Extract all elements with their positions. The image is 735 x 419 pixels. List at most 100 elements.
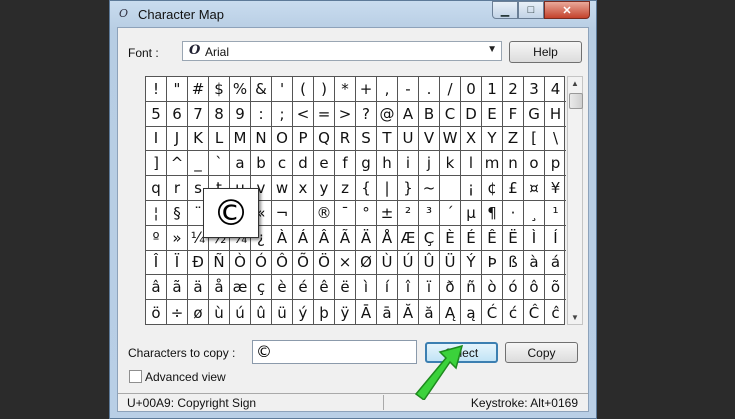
character-cell[interactable]: S	[356, 126, 377, 152]
character-cell[interactable]: j	[419, 151, 440, 177]
font-dropdown[interactable]: O Arial ▼	[182, 41, 502, 61]
advanced-view-label[interactable]: Advanced view	[145, 370, 226, 384]
character-cell[interactable]: ô	[524, 275, 545, 301]
character-cell[interactable]: Ú	[398, 250, 419, 276]
character-cell[interactable]: Ĉ	[524, 300, 545, 325]
character-cell[interactable]: ÿ	[335, 300, 356, 325]
character-cell[interactable]: #	[188, 77, 209, 102]
character-cell[interactable]: i	[398, 151, 419, 177]
character-cell[interactable]: Í	[545, 226, 566, 251]
character-cell[interactable]: µ	[461, 200, 482, 226]
character-cell[interactable]: E	[482, 101, 503, 127]
character-cell[interactable]: Y	[482, 126, 503, 152]
character-cell[interactable]: í	[377, 275, 398, 301]
character-cell[interactable]: ­	[293, 200, 314, 226]
character-cell[interactable]: ¦	[146, 200, 167, 226]
character-cell[interactable]: ®	[314, 200, 335, 226]
character-cell[interactable]: ¥	[545, 176, 566, 201]
character-cell[interactable]: |	[377, 176, 398, 201]
title-bar[interactable]: O Character Map ▁ □ ✕	[110, 1, 596, 27]
character-cell[interactable]: Î	[146, 250, 167, 276]
character-cell[interactable]: -	[398, 77, 419, 102]
maximize-button[interactable]: □	[518, 1, 544, 19]
character-cell[interactable]: ¢	[482, 176, 503, 201]
character-cell[interactable]: ¬	[272, 200, 293, 226]
character-cell[interactable]: Â	[314, 225, 335, 251]
grid-scrollbar[interactable]: ▲ ▼	[567, 76, 583, 325]
character-cell[interactable]: Ñ	[209, 250, 230, 276]
character-cell[interactable]: Ë	[503, 225, 524, 251]
character-cell[interactable]: ā	[377, 300, 398, 325]
character-cell[interactable]: ³	[419, 200, 440, 226]
character-cell[interactable]: l	[461, 151, 482, 177]
character-cell[interactable]: Ă	[398, 300, 419, 325]
character-cell[interactable]: 1	[482, 77, 503, 102]
character-cell[interactable]: ^	[167, 151, 188, 177]
character-cell[interactable]: 2	[503, 77, 524, 102]
character-cell[interactable]: ą	[461, 300, 482, 325]
character-cell[interactable]: È	[440, 225, 461, 251]
character-cell[interactable]: è	[272, 275, 293, 301]
character-cell[interactable]: õ	[545, 275, 566, 301]
character-cell[interactable]: ñ	[461, 275, 482, 301]
character-cell[interactable]: ¶	[482, 200, 503, 226]
character-cell[interactable]: ð	[440, 275, 461, 301]
character-cell[interactable]: Ô	[272, 250, 293, 276]
character-cell[interactable]	[440, 176, 461, 201]
scroll-down-arrow-icon[interactable]: ▼	[571, 313, 579, 322]
character-cell[interactable]: Ê	[482, 225, 503, 251]
character-cell[interactable]: ì	[356, 275, 377, 301]
advanced-view-checkbox[interactable]	[129, 370, 142, 383]
character-cell[interactable]: b	[251, 151, 272, 177]
character-cell[interactable]: £	[503, 176, 524, 201]
character-cell[interactable]: A	[398, 101, 419, 127]
character-cell[interactable]: R	[335, 126, 356, 152]
character-cell[interactable]: Ć	[482, 300, 503, 325]
character-cell[interactable]: V	[419, 126, 440, 152]
character-cell[interactable]: °	[356, 200, 377, 226]
character-cell[interactable]: r	[167, 176, 188, 201]
character-cell[interactable]: D	[461, 101, 482, 127]
character-cell[interactable]: )	[314, 77, 335, 102]
character-cell[interactable]: Ø	[356, 250, 377, 276]
character-cell[interactable]: g	[356, 151, 377, 177]
character-cell[interactable]: ö	[146, 300, 167, 325]
character-cell[interactable]: Ï	[167, 250, 188, 276]
character-cell[interactable]: ·	[503, 200, 524, 226]
character-cell[interactable]: Q	[314, 126, 335, 152]
character-cell[interactable]: h	[377, 151, 398, 177]
character-cell[interactable]: ]	[146, 151, 167, 177]
character-cell[interactable]: ?	[356, 101, 377, 127]
character-cell[interactable]: @	[377, 101, 398, 127]
character-cell[interactable]: â	[146, 275, 167, 301]
character-cell[interactable]: _	[188, 151, 209, 177]
character-cell[interactable]: %	[230, 77, 251, 102]
character-cell[interactable]: `	[209, 151, 230, 177]
character-cell[interactable]: J	[167, 126, 188, 152]
character-cell[interactable]: ò	[482, 275, 503, 301]
character-cell[interactable]: Ç	[419, 225, 440, 251]
character-cell[interactable]: k	[440, 151, 461, 177]
character-cell[interactable]: æ	[230, 275, 251, 301]
character-cell[interactable]: '	[272, 77, 293, 102]
character-cell[interactable]: Ì	[524, 225, 545, 251]
character-cell[interactable]: Þ	[482, 250, 503, 276]
character-cell[interactable]: 4	[545, 77, 566, 102]
character-cell[interactable]: û	[251, 300, 272, 325]
character-cell[interactable]: {	[356, 176, 377, 201]
character-cell[interactable]: N	[251, 126, 272, 152]
character-cell[interactable]: !	[146, 77, 167, 102]
character-cell[interactable]: ;	[272, 101, 293, 127]
character-cell[interactable]: =	[314, 101, 335, 127]
character-cell[interactable]: Ä	[356, 225, 377, 251]
character-cell[interactable]: ê	[314, 275, 335, 301]
character-cell[interactable]: á	[545, 251, 566, 276]
character-cell[interactable]: C	[440, 101, 461, 127]
character-cell[interactable]: \	[545, 127, 566, 152]
character-cell[interactable]: »	[167, 225, 188, 251]
character-cell[interactable]: >	[335, 101, 356, 127]
character-cell[interactable]: ß	[503, 250, 524, 276]
character-cell[interactable]: ü	[272, 300, 293, 325]
character-cell[interactable]: K	[188, 126, 209, 152]
character-cell[interactable]: 8	[209, 101, 230, 127]
